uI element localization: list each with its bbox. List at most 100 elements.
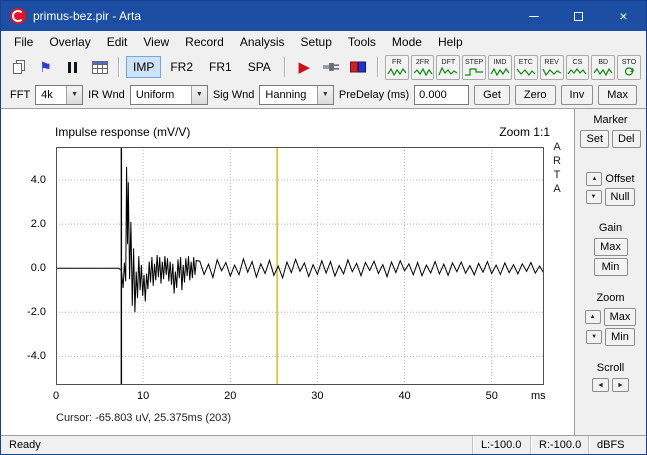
marker-flag-button[interactable]: ⚑ [33,55,58,79]
analysis-step-button[interactable]: STEP [462,55,486,80]
marker-section-label: Marker [593,114,627,126]
level-right: R:-100.0 [530,436,588,454]
maximize-button[interactable] [556,1,601,31]
scroll-right-button[interactable]: ► [612,378,629,392]
x-tick-label: 50 [486,390,498,402]
impulse-plot[interactable] [56,147,544,385]
analysis-sto-button[interactable]: STO [617,55,641,80]
level-left: L:-100.0 [472,436,530,454]
predelay-get-button[interactable]: Get [474,85,510,105]
analysis-2fr-button[interactable]: 2FR [411,55,435,80]
analysis-rev-button[interactable]: REV [540,55,564,80]
analysis-imd-button[interactable]: IMD [488,55,512,80]
zoom-in-button[interactable]: ▲ [585,310,601,324]
menu-analysis[interactable]: Analysis [232,32,293,52]
settings-bar: FFT 4k ▼ IR Wnd Uniform ▼ Sig Wnd Hannin… [1,81,646,109]
pause-button[interactable] [60,55,85,79]
close-icon: × [619,9,627,23]
zoom-min-button[interactable]: Min [605,328,635,346]
fft-label: FFT [10,89,30,101]
menu-setup[interactable]: Setup [293,32,340,52]
gain-min-button[interactable]: Min [594,258,628,276]
gain-max-button[interactable]: Max [594,238,628,256]
predelay-input[interactable] [414,85,469,105]
offset-down-button[interactable]: ▼ [586,190,602,204]
generator-button[interactable] [319,55,344,79]
waveform-icon [490,67,510,76]
menu-mode[interactable]: Mode [384,32,430,52]
sig-wnd-label: Sig Wnd [213,89,255,101]
offset-row: ▲ Offset [586,172,634,186]
fft-select[interactable]: 4k ▼ [35,85,83,105]
menu-tools[interactable]: Tools [340,32,384,52]
mode-imp-button[interactable]: IMP [126,56,161,78]
y-tick-label: 2.0 [31,218,46,230]
gain-row: Min [594,258,628,276]
play-icon: ▶ [299,60,311,75]
chevron-down-icon[interactable]: ▼ [317,86,333,104]
analysis-fr-button[interactable]: FR [385,55,409,80]
marker-del-button[interactable]: Del [612,130,641,148]
analysis-cs-button[interactable]: CS [566,55,590,80]
open-file-button[interactable] [6,55,31,79]
menu-help[interactable]: Help [430,32,471,52]
analysis-dft-button[interactable]: DFT [436,55,460,80]
menu-edit[interactable]: Edit [99,32,136,52]
menu-record[interactable]: Record [177,32,232,52]
ir-wnd-label: IR Wnd [88,89,125,101]
chart-area: Impulse response (mV/V) Zoom 1:1 4.02.00… [1,109,574,435]
analysis-etc-button[interactable]: ETC [514,55,538,80]
toolbar-separator [377,57,379,77]
menu-overlay[interactable]: Overlay [41,32,98,52]
sig-wnd-value: Hanning [260,86,316,104]
circle-arrow-icon [619,67,639,76]
maximize-ir-button[interactable]: Max [598,85,637,105]
mode-fr1-button[interactable]: FR1 [202,56,239,78]
soundcard-setup-button[interactable] [346,55,371,79]
sig-wnd-select[interactable]: Hanning ▼ [259,85,333,105]
mode-spa-button[interactable]: SPA [241,56,278,78]
x-axis-unit: ms [531,390,546,402]
document-icon [12,60,26,74]
invert-button[interactable]: Inv [561,85,594,105]
minimize-button[interactable] [511,1,556,31]
chevron-down-icon[interactable]: ▼ [191,86,207,104]
marker-set-button[interactable]: Set [580,130,609,148]
y-tick-label: 0.0 [31,262,46,274]
window-controls: × [511,1,646,31]
level-unit: dBFS [588,436,646,454]
gain-section-label: Gain [599,222,622,234]
zoom-max-button[interactable]: Max [604,308,637,326]
record-play-button[interactable]: ▶ [292,55,317,79]
scroll-section-label: Scroll [597,362,625,374]
zoom-row: ▼ Min [586,328,635,346]
app-window: primus-bez.pir - Arta × File Overlay Edi… [0,0,647,455]
zoom-out-button[interactable]: ▼ [586,330,602,344]
table-view-button[interactable] [87,55,112,79]
analysis-bd-button[interactable]: BD [591,55,615,80]
arta-vertical-logo: A R T A [553,141,561,195]
predelay-label: PreDelay (ms) [339,89,409,101]
marker-buttons: Set Del [580,130,640,148]
waveform-icon [438,67,458,76]
close-button[interactable]: × [601,1,646,31]
title-bar: primus-bez.pir - Arta × [1,1,646,31]
offset-up-button[interactable]: ▲ [586,172,602,186]
menu-view[interactable]: View [135,32,177,52]
y-tick-label: -4.0 [27,350,46,362]
connector-icon [322,62,340,72]
scroll-left-button[interactable]: ◄ [592,378,609,392]
arta-app-icon[interactable] [10,8,26,24]
maximize-icon [574,12,583,21]
waveform-icon [413,67,433,76]
mode-fr2-button[interactable]: FR2 [163,56,200,78]
offset-null-button[interactable]: Null [605,188,636,206]
predelay-zero-button[interactable]: Zero [515,85,556,105]
ir-wnd-select[interactable]: Uniform ▼ [130,85,208,105]
status-message: Ready [1,436,472,454]
menu-file[interactable]: File [6,32,41,52]
flag-icon: ⚑ [39,60,52,74]
offset-section-label: Offset [605,173,634,185]
chevron-down-icon[interactable]: ▼ [66,86,82,104]
table-icon [92,61,108,74]
